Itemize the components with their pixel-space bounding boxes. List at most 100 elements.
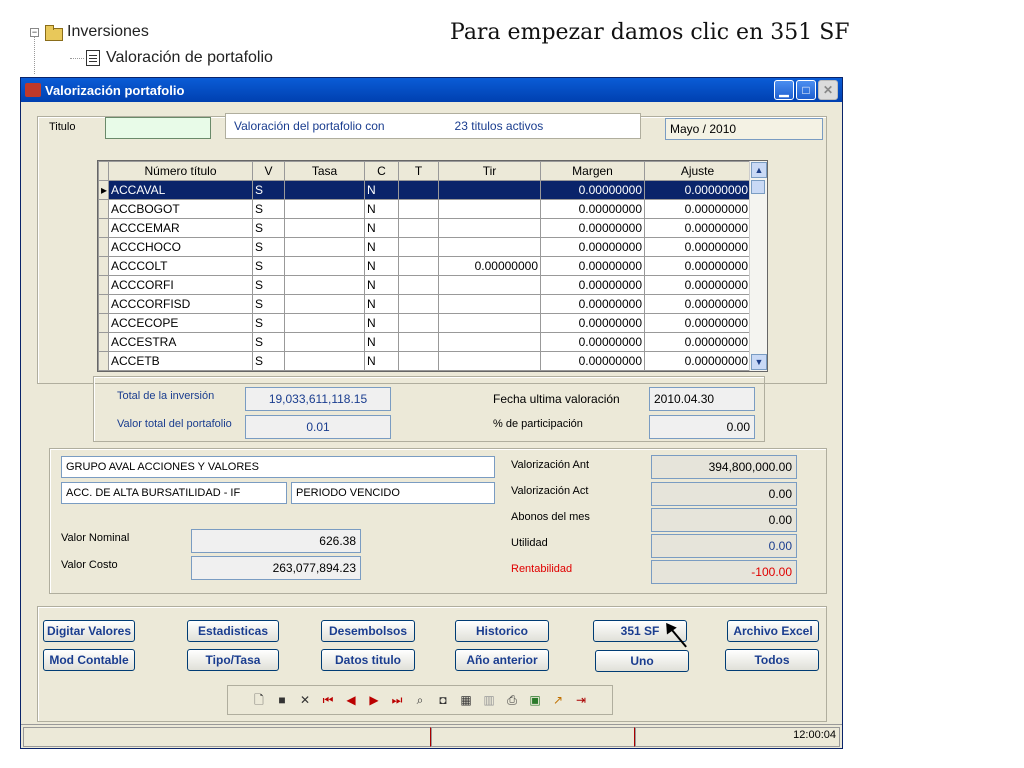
scroll-up-icon[interactable]: ▲ (751, 162, 767, 178)
chart-icon[interactable]: ▥ (482, 693, 496, 707)
table-cell[interactable]: 0.00000000 (540, 199, 645, 219)
table-cell[interactable] (398, 218, 439, 238)
table-cell[interactable]: N (364, 294, 399, 314)
table-cell[interactable]: S (252, 351, 285, 371)
todos-button[interactable]: Todos (725, 649, 819, 671)
table-cell[interactable]: N (364, 351, 399, 371)
column-header[interactable]: Tir (438, 161, 541, 181)
table-row[interactable]: ACCCHOCO S N 0.00000000 0.00000000 (98, 237, 751, 257)
table-cell[interactable]: 0.00000000 (644, 294, 751, 314)
table-cell[interactable] (438, 294, 541, 314)
table-cell[interactable]: S (252, 313, 285, 333)
table-cell[interactable]: S (252, 180, 285, 200)
table-cell[interactable] (398, 256, 439, 276)
datos-titulo-button[interactable]: Datos titulo (321, 649, 415, 671)
table-cell[interactable]: ACCESTRA (108, 332, 253, 352)
table-cell[interactable]: 0.00000000 (644, 180, 751, 200)
row-indicator[interactable] (98, 199, 109, 219)
save-icon[interactable]: ■ (275, 693, 289, 707)
table-cell[interactable]: N (364, 256, 399, 276)
close-button[interactable]: ✕ (818, 80, 838, 100)
table-cell[interactable]: N (364, 313, 399, 333)
row-indicator[interactable] (98, 275, 109, 295)
table-cell[interactable]: N (364, 332, 399, 352)
row-indicator[interactable] (98, 218, 109, 238)
table-cell[interactable] (438, 351, 541, 371)
table-cell[interactable] (438, 332, 541, 352)
table-cell[interactable] (438, 275, 541, 295)
table-cell[interactable] (398, 275, 439, 295)
row-indicator[interactable] (98, 256, 109, 276)
table-cell[interactable] (438, 313, 541, 333)
minimize-button[interactable]: ▁ (774, 80, 794, 100)
table-cell[interactable]: N (364, 275, 399, 295)
table-cell[interactable] (398, 199, 439, 219)
table-cell[interactable]: ACCCHOCO (108, 237, 253, 257)
table-cell[interactable] (438, 199, 541, 219)
row-indicator[interactable]: ▸ (98, 180, 109, 200)
table-row[interactable]: ACCBOGOT S N 0.00000000 0.00000000 (98, 199, 751, 219)
table-cell[interactable]: 0.00000000 (644, 313, 751, 333)
last-record-icon[interactable]: ⏭ (390, 693, 404, 707)
maximize-button[interactable]: □ (796, 80, 816, 100)
book-icon[interactable]: ▣ (528, 693, 542, 707)
collapse-icon[interactable]: − (30, 27, 39, 37)
digitar-valores-button[interactable]: Digitar Valores (43, 620, 135, 642)
table-cell[interactable] (398, 237, 439, 257)
table-cell[interactable]: 0.00000000 (540, 256, 645, 276)
table-cell[interactable]: N (364, 180, 399, 200)
table-cell[interactable]: 0.00000000 (540, 332, 645, 352)
search-icon[interactable]: ⌕ (413, 693, 427, 707)
export-icon[interactable]: ↗ (551, 693, 565, 707)
table-cell[interactable]: 0.00000000 (644, 256, 751, 276)
window-titlebar[interactable]: Valorización portafolio ▁ □ ✕ (21, 78, 842, 102)
row-indicator[interactable] (98, 237, 109, 257)
table-cell[interactable]: ACCCORFISD (108, 294, 253, 314)
row-indicator[interactable] (98, 351, 109, 371)
table-row[interactable]: ACCECOPE S N 0.00000000 0.00000000 (98, 313, 751, 333)
table-row[interactable]: ACCCORFI S N 0.00000000 0.00000000 (98, 275, 751, 295)
table-cell[interactable] (284, 199, 365, 219)
column-header[interactable]: Ajuste (644, 161, 751, 181)
table-cell[interactable] (284, 313, 365, 333)
table-cell[interactable]: N (364, 218, 399, 238)
table-cell[interactable]: 0.00000000 (644, 332, 751, 352)
table-cell[interactable] (284, 275, 365, 295)
table-cell[interactable]: N (364, 237, 399, 257)
table-cell[interactable]: 0.00000000 (644, 199, 751, 219)
grid-scrollbar[interactable]: ▲ ▼ (749, 161, 767, 371)
table-cell[interactable]: ACCAVAL (108, 180, 253, 200)
table-row[interactable]: ACCETB S N 0.00000000 0.00000000 (98, 351, 751, 371)
table-cell[interactable] (284, 218, 365, 238)
table-cell[interactable] (398, 332, 439, 352)
table-cell[interactable]: 0.00000000 (644, 275, 751, 295)
table-cell[interactable] (438, 237, 541, 257)
table-cell[interactable] (284, 294, 365, 314)
table-cell[interactable]: S (252, 275, 285, 295)
scroll-down-icon[interactable]: ▼ (751, 354, 767, 370)
table-cell[interactable] (438, 218, 541, 238)
table-cell[interactable]: S (252, 237, 285, 257)
table-cell[interactable]: 0.00000000 (644, 237, 751, 257)
table-cell[interactable]: S (252, 218, 285, 238)
table-cell[interactable]: 0.00000000 (540, 294, 645, 314)
table-cell[interactable]: 0.00000000 (644, 218, 751, 238)
row-indicator[interactable] (98, 332, 109, 352)
table-cell[interactable]: ACCCOLT (108, 256, 253, 276)
table-row[interactable]: ▸ ACCAVAL S N 0.00000000 0.00000000 (98, 180, 751, 200)
table-cell[interactable]: S (252, 332, 285, 352)
table-cell[interactable]: ACCCORFI (108, 275, 253, 295)
first-record-icon[interactable]: ⏮ (321, 693, 335, 707)
table-cell[interactable] (398, 180, 439, 200)
table-row[interactable]: ACCESTRA S N 0.00000000 0.00000000 (98, 332, 751, 352)
column-header[interactable]: Tasa (284, 161, 365, 181)
delete-icon[interactable]: ✕ (298, 693, 312, 707)
anio-anterior-button[interactable]: Año anterior (455, 649, 549, 671)
scroll-thumb[interactable] (751, 180, 765, 194)
camera-icon[interactable]: ◘ (436, 693, 450, 707)
column-header[interactable]: Margen (540, 161, 645, 181)
table-icon[interactable]: ▦ (459, 693, 473, 707)
table-cell[interactable]: 0.00000000 (540, 180, 645, 200)
desembolsos-button[interactable]: Desembolsos (321, 620, 415, 642)
uno-button[interactable]: Uno (595, 650, 689, 672)
